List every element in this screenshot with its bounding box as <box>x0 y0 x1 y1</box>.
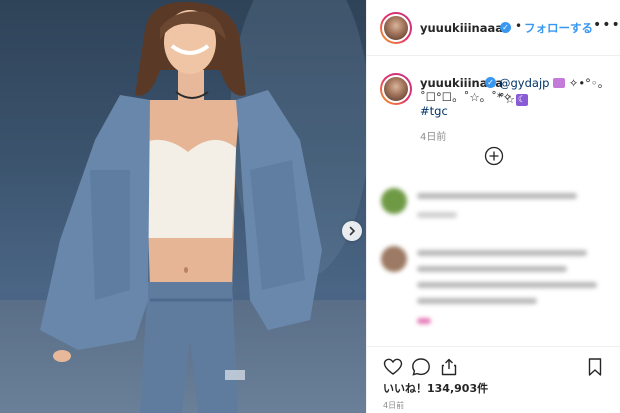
comment-avatar <box>381 188 407 214</box>
comment-text <box>417 282 597 288</box>
post-timestamp: 4日前 <box>383 401 405 410</box>
like-count[interactable]: いいね！134,903件 <box>383 380 488 396</box>
instagram-post: yuuukiiinaaa ✓ • フォローする ••• yuuukiiinaaa… <box>0 0 620 413</box>
comment-text <box>417 298 537 304</box>
comment-text <box>417 193 577 199</box>
chevron-right-icon <box>349 226 356 236</box>
share-icon[interactable] <box>439 357 459 377</box>
heart-icon[interactable] <box>383 357 403 377</box>
comment-avatar <box>381 246 407 272</box>
comment-text <box>417 250 587 256</box>
comment-text <box>417 318 431 324</box>
next-photo-button[interactable] <box>342 221 362 241</box>
bookmark-icon[interactable] <box>585 357 605 377</box>
blurred-comments <box>367 0 620 340</box>
post-side-panel: yuuukiiinaaa ✓ • フォローする ••• yuuukiiinaaa… <box>366 0 620 413</box>
comment-bubble-icon[interactable] <box>411 357 431 377</box>
post-photo[interactable] <box>0 0 366 413</box>
comment-text <box>417 266 567 272</box>
model-figure <box>40 0 366 413</box>
comment-text <box>417 212 457 218</box>
